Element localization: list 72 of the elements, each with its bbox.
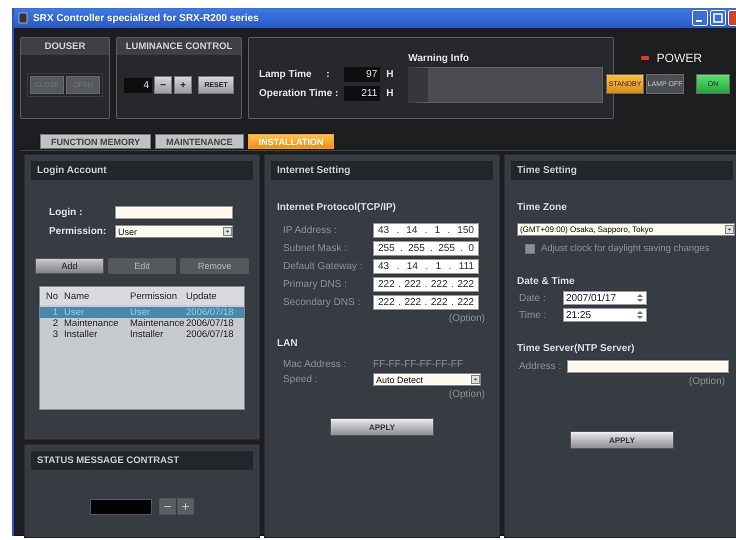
column-header: Permission: [130, 290, 178, 302]
operation-time-label: Operation Time :: [259, 88, 338, 99]
mac-address-value: FF-FF-FF-FF-FF-FF: [373, 359, 463, 370]
field-label: Address :: [519, 361, 562, 372]
close-button[interactable]: [728, 10, 736, 26]
section-heading: Login Account: [31, 161, 253, 180]
field-label: Mac Address :: [283, 359, 348, 370]
minimize-button[interactable]: [692, 10, 708, 26]
ip-address-field[interactable]: 222 . 222 . 222 . 222: [373, 295, 479, 310]
operation-time-value: 211: [344, 86, 380, 101]
daylight-checkbox[interactable]: [525, 244, 535, 254]
separator: :: [326, 69, 331, 80]
field-label: Date :: [519, 292, 547, 304]
column-header: No: [44, 290, 58, 302]
field-label: Primary DNS :: [283, 279, 348, 290]
spinner-arrows-icon[interactable]: [636, 310, 644, 320]
speed-dropdown[interactable]: Auto Detect: [373, 373, 481, 386]
ip-address-field[interactable]: 255 . 255 . 255 . 0: [373, 241, 479, 256]
luminance-button[interactable]: −: [154, 76, 172, 94]
section-heading: Time Setting: [511, 161, 733, 180]
field-label: IP Address :: [283, 225, 338, 236]
option-note: (Option): [448, 313, 485, 324]
panel-heading: LUMINANCE CONTROL: [117, 38, 241, 55]
option-note: (Option): [688, 376, 725, 387]
section-heading: Internet Setting: [271, 161, 493, 180]
column-header: Name: [64, 290, 90, 302]
apply-button[interactable]: APPLY: [330, 418, 434, 436]
time-field[interactable]: 21:25: [563, 308, 647, 322]
subsection-heading: Internet Protocol(TCP/IP): [277, 202, 397, 213]
window-title: SRX Controller specialized for SRX-R200 series: [33, 12, 259, 24]
lamp-time-value: 97: [344, 67, 380, 82]
account-button[interactable]: Add: [35, 258, 104, 274]
login-label: Login :: [49, 207, 84, 218]
luminance-button[interactable]: +: [174, 76, 192, 94]
app-icon: [18, 12, 28, 24]
daylight-label: Adjust clock for daylight saving changes: [541, 243, 710, 254]
field-label: Secondary DNS :: [283, 297, 362, 308]
section-heading: STATUS MESSAGE CONTRAST: [31, 451, 253, 470]
permission-dropdown[interactable]: User: [115, 225, 233, 238]
apply-button[interactable]: APPLY: [570, 431, 674, 449]
subsection-heading: Time Server(NTP Server): [517, 343, 636, 354]
option-note: (Option): [448, 389, 485, 400]
account-row[interactable]: 3 Installer Installer 2006/07/18: [40, 329, 244, 340]
tab[interactable]: MAINTENANCE: [155, 134, 244, 149]
subsection-heading: Time Zone: [517, 202, 568, 213]
contrast-display: [90, 498, 152, 514]
column-header: Update: [186, 290, 218, 302]
warning-info-label: Warning Info: [408, 53, 470, 64]
panel-heading: DOUSER: [21, 38, 109, 55]
date-field[interactable]: 2007/01/17: [563, 291, 647, 305]
maximize-button[interactable]: [710, 10, 726, 26]
spinner-arrows-icon[interactable]: [636, 293, 644, 303]
permission-label: Permission:: [49, 226, 107, 237]
ntp-address-field[interactable]: [567, 360, 729, 373]
field-label: Subnet Mask :: [283, 243, 348, 254]
ip-address-field[interactable]: 43 . 14 . 1 . 111: [373, 259, 479, 274]
login-field[interactable]: [115, 206, 233, 219]
subsection-heading: LAN: [277, 338, 299, 349]
subsection-heading: Date & Time: [517, 276, 576, 287]
field-label: Speed :: [283, 374, 318, 385]
field-label: Default Gateway :: [283, 261, 364, 272]
ip-address-field[interactable]: 222 . 222 . 222 . 222: [373, 277, 479, 292]
lamp-time-label: Lamp Time: [259, 69, 313, 80]
ip-address-field[interactable]: 43 . 14 . 1 . 150: [373, 223, 479, 238]
account-row[interactable]: 2 Maintenance Maintenance 2006/07/18: [40, 318, 244, 329]
tab[interactable]: FUNCTION MEMORY: [40, 134, 152, 149]
power-label: POWER: [656, 51, 702, 65]
field-label: Time :: [519, 310, 548, 320]
unit-label: H: [386, 88, 395, 99]
luminance-value: 4: [124, 78, 152, 92]
time-zone-dropdown[interactable]: (GMT+09:00) Osaka, Sapporo, Tokyo: [517, 223, 735, 236]
unit-label: H: [386, 69, 395, 80]
